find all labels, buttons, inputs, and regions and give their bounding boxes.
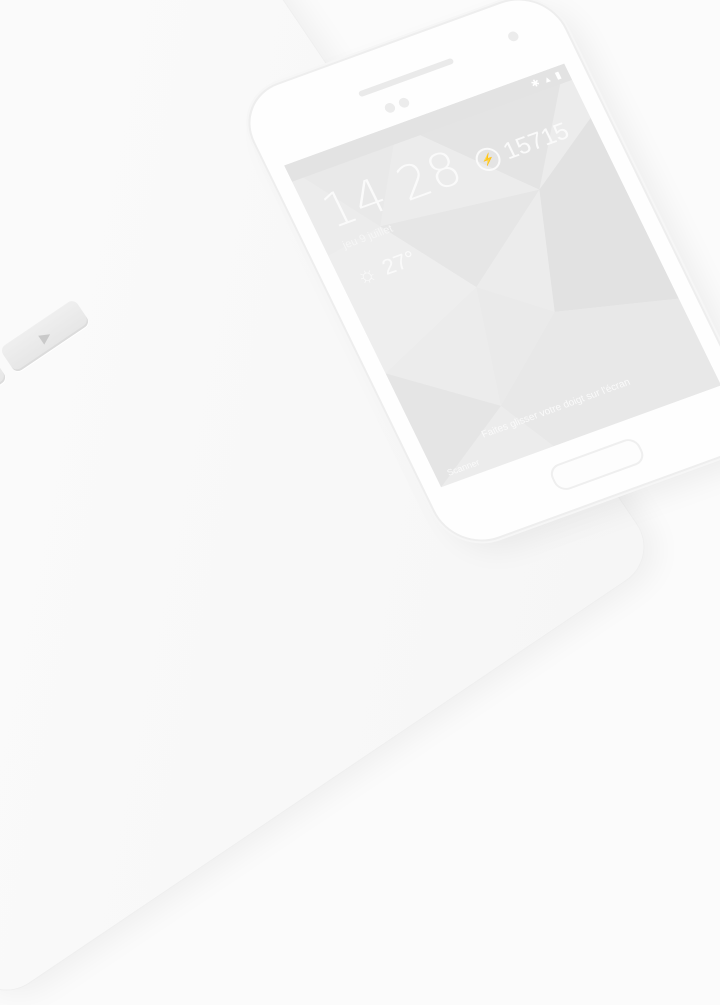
- product-photo: ← ↵ ⇧ ▲ ▼ ◀ ▶: [0, 0, 720, 1005]
- bt-icon: ✱: [529, 77, 542, 91]
- arrow-right-icon: ▶: [35, 326, 54, 346]
- arrow-right-key: ▶: [0, 298, 91, 374]
- battery-icon: ▮: [553, 69, 564, 82]
- arrow-down-key: ▼: [0, 354, 8, 430]
- laptop-keyboard: ← ↵ ⇧ ▲ ▼ ◀ ▶: [0, 0, 255, 540]
- signal-icon: ▴: [542, 73, 553, 86]
